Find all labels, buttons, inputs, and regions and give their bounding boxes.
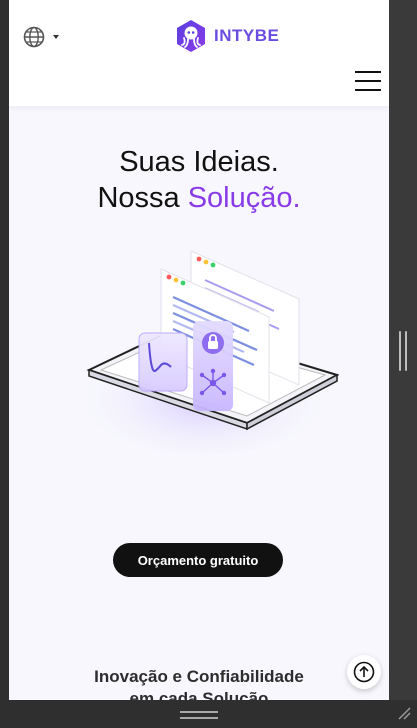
hero-title-line2: Nossa Solução. — [9, 180, 389, 216]
left-frame-strip — [0, 0, 9, 700]
menu-button[interactable] — [355, 69, 383, 93]
section-subtitle: Inovação e Confiabilidade em cada Soluçã… — [9, 666, 389, 700]
hero-illustration — [74, 250, 339, 455]
resize-handle-line — [405, 331, 407, 371]
hero-title: Suas Ideias. Nossa Solução. — [9, 144, 389, 216]
chevron-down-icon — [53, 35, 59, 39]
hamburger-line — [355, 71, 381, 73]
resize-handle[interactable] — [397, 331, 409, 371]
section-subtitle-line2: em cada Solução — [129, 689, 269, 700]
brand-logo[interactable]: INTYBE — [173, 18, 279, 54]
hamburger-line — [355, 80, 381, 82]
back-to-top-button[interactable] — [347, 655, 381, 689]
free-quote-button[interactable]: Orçamento gratuito — [113, 543, 283, 577]
corner-resize-icon[interactable] — [397, 706, 411, 720]
hamburger-line — [355, 89, 381, 91]
hero-title-line1: Suas Ideias. — [119, 146, 279, 178]
octopus-logo-icon — [177, 20, 205, 52]
hero-title-accent: Solução. — [187, 182, 301, 214]
hero-title-plain: Nossa — [97, 182, 180, 214]
logo-text: INTYBE — [214, 26, 280, 45]
language-selector[interactable] — [23, 26, 59, 48]
arrow-up-circle-icon — [353, 661, 375, 683]
bottom-resize-grip[interactable] — [180, 711, 218, 719]
resize-handle-line — [399, 331, 401, 371]
globe-icon — [23, 26, 45, 48]
page: INTYBE Suas Ideias. Nossa Solução. Orçam… — [9, 0, 389, 700]
site-header: INTYBE — [9, 0, 389, 106]
section-subtitle-line1: Inovação e Confiabilidade — [94, 667, 304, 686]
